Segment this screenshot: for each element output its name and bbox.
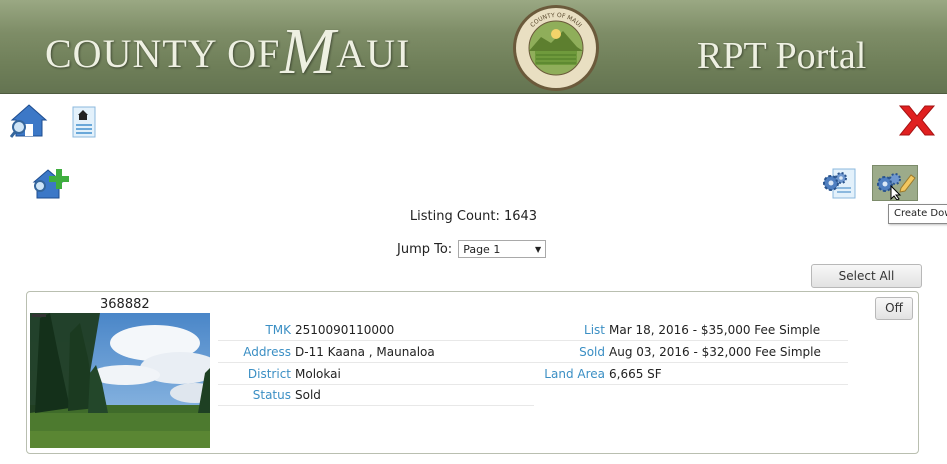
report-settings-button[interactable] [821, 167, 857, 200]
title-suffix: AUI [336, 31, 411, 76]
address-label: Address [243, 345, 291, 359]
district-value: Molokai [295, 367, 341, 381]
land-area-label: Land Area [544, 367, 605, 381]
land-area-value: 6,665 SF [609, 367, 662, 381]
listing-id: 368882 [100, 297, 150, 312]
county-title: COUNTY OFMAUI [45, 19, 411, 85]
create-download-icon [877, 173, 916, 201]
listing-count: Listing Count: 1643 [409, 209, 538, 224]
detail-row-land-area: Land Area 6,665 SF [534, 364, 848, 385]
sold-label: Sold [579, 345, 605, 359]
list-label: List [584, 323, 605, 337]
detail-row-sold: Sold Aug 03, 2016 - $32,000 Fee Simple [534, 342, 848, 363]
home-search-button[interactable] [9, 103, 48, 139]
status-label: Status [252, 388, 291, 402]
detail-row-status: Status Sold [218, 385, 534, 406]
home-search-icon [9, 104, 48, 138]
create-download-button[interactable] [872, 165, 918, 201]
detail-row-district: District Molokai [218, 364, 534, 385]
property-photo-image [30, 313, 210, 448]
jump-to-label: Jump To: [397, 241, 453, 257]
address-value: D-11 Kaana , Maunaloa [295, 345, 435, 359]
gears-document-icon [823, 168, 856, 199]
title-initial: M [280, 15, 337, 88]
toggle-off-button[interactable]: Off [875, 297, 913, 320]
property-photo[interactable] [30, 313, 210, 448]
close-icon [898, 105, 936, 136]
district-label: District [247, 367, 291, 381]
jump-to: Jump To: Page 1 ▼ [397, 240, 547, 258]
detail-row-list: List Mar 18, 2016 - $35,000 Fee Simple [534, 320, 848, 341]
list-value: Mar 18, 2016 - $35,000 Fee Simple [609, 323, 821, 337]
close-button[interactable] [898, 104, 936, 137]
tmk-value: 2510090110000 [295, 323, 395, 337]
detail-row-address: Address D-11 Kaana , Maunaloa [218, 342, 534, 363]
tmk-label: TMK [265, 323, 291, 337]
select-all-button[interactable]: Select All [811, 264, 922, 288]
property-document-button[interactable] [70, 106, 98, 138]
add-property-icon [32, 169, 69, 199]
dropdown-arrow-icon: ▼ [535, 244, 542, 254]
title-prefix: COUNTY OF [45, 31, 281, 76]
sold-value: Aug 03, 2016 - $32,000 Fee Simple [609, 345, 821, 359]
status-value: Sold [295, 388, 321, 402]
portal-title: RPT Portal [697, 35, 867, 77]
detail-row-tmk: TMK 2510090110000 [218, 320, 534, 341]
page-select[interactable]: Page 1 ▼ [458, 240, 547, 258]
page-select-value: Page 1 [463, 242, 501, 256]
county-seal-logo: COUNTY OF MAUI [513, 5, 599, 91]
header-banner: COUNTY OFMAUI COUNTY OF MAUI RPT Portal [0, 0, 947, 94]
house-document-icon [72, 106, 96, 138]
add-property-button[interactable] [32, 166, 70, 201]
